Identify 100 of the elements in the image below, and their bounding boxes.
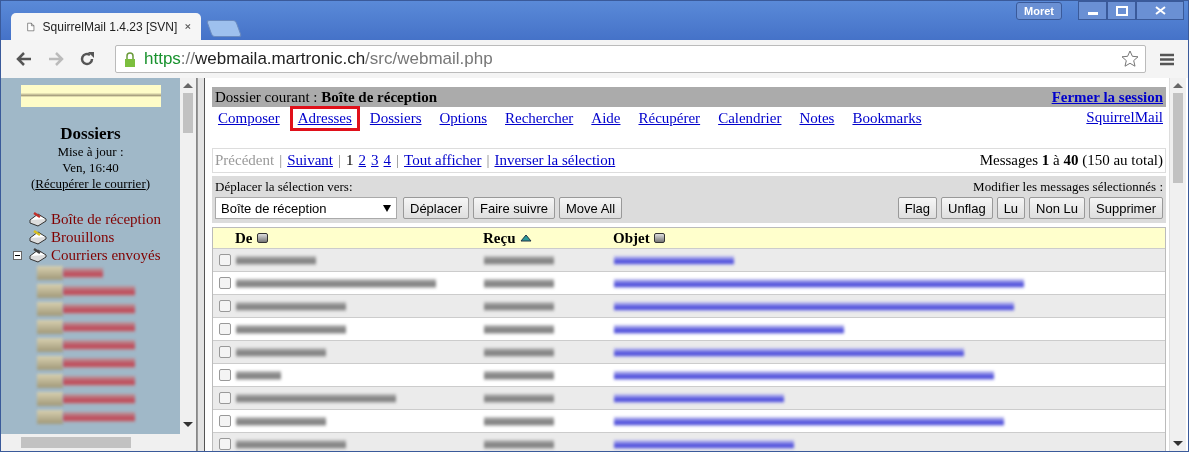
- checkbox[interactable]: [219, 254, 231, 266]
- action-button[interactable]: Unflag: [941, 197, 993, 219]
- scrollbar[interactable]: [1169, 78, 1186, 451]
- close-icon[interactable]: [185, 22, 191, 31]
- page-link[interactable]: 2: [358, 152, 366, 169]
- move-label: Déplacer la sélection vers:: [215, 179, 353, 195]
- folders-heading: Dossiers: [60, 124, 121, 144]
- modify-label: Modifier les messages sélectionnés :: [973, 179, 1163, 195]
- nav-link[interactable]: Rechercher: [497, 106, 582, 131]
- lock-icon: [124, 51, 136, 67]
- redacted-folder[interactable]: [37, 336, 135, 354]
- nav-link[interactable]: Options: [431, 106, 495, 131]
- address-bar[interactable]: https://webmaila.martronic.ch/src/webmail.php: [115, 45, 1146, 73]
- separator: |: [486, 152, 490, 169]
- checkbox[interactable]: [219, 323, 231, 335]
- update-label: Mise à jour :: [57, 144, 124, 160]
- current-page: 1: [346, 152, 354, 169]
- show-all-link[interactable]: Tout afficher: [404, 152, 482, 169]
- action-button[interactable]: Flag: [897, 197, 938, 219]
- star-icon[interactable]: [1121, 50, 1139, 68]
- refresh-link[interactable]: Récupérer le courrier: [35, 176, 146, 191]
- action-button[interactable]: Non Lu: [1029, 197, 1086, 219]
- redacted-text: [484, 370, 554, 380]
- logout-link[interactable]: Fermer la session: [1051, 88, 1163, 106]
- scrollbar[interactable]: [1, 434, 180, 451]
- close-button[interactable]: [1136, 1, 1184, 20]
- current-folder: Dossier courant : Boîte de réception: [215, 88, 438, 106]
- redacted-folder[interactable]: [37, 390, 135, 408]
- column-header[interactable]: De: [235, 229, 253, 247]
- checkbox[interactable]: [219, 392, 231, 404]
- folder-select[interactable]: Boîte de réception: [215, 197, 397, 219]
- redacted-folder[interactable]: [37, 408, 135, 426]
- nav-link[interactable]: Bookmarks: [844, 106, 930, 131]
- separator: |: [279, 152, 283, 169]
- redacted-folder[interactable]: [37, 300, 135, 318]
- url-text: https://webmaila.martronic.ch/src/webmail.php: [144, 49, 493, 69]
- folder-link[interactable]: Courriers envoyés: [51, 246, 161, 264]
- checkbox[interactable]: [219, 369, 231, 381]
- scrollbar[interactable]: [180, 78, 196, 451]
- refresh-note: (Récupérer le courrier): [30, 176, 151, 192]
- redacted-text: [484, 416, 554, 426]
- checkbox[interactable]: [219, 415, 231, 427]
- sort-icon[interactable]: [256, 233, 268, 243]
- action-button[interactable]: Déplacer: [403, 197, 470, 219]
- minimize-button[interactable]: [1078, 1, 1107, 20]
- caret-icon: [383, 204, 391, 212]
- checkbox[interactable]: [219, 438, 231, 450]
- folder-icon: [28, 247, 48, 263]
- separator: |: [338, 152, 341, 169]
- redacted-folder[interactable]: [37, 264, 103, 282]
- reload-icon[interactable]: [79, 51, 95, 67]
- redacted-text: [484, 347, 554, 357]
- redacted-folder[interactable]: [37, 372, 135, 390]
- nav-link[interactable]: Composer: [215, 106, 288, 131]
- tab-title: SquirrelMail 1.4.23 [SVN]: [42, 19, 178, 34]
- maximize-button[interactable]: [1107, 1, 1136, 20]
- nav-link[interactable]: Aide: [583, 106, 629, 131]
- squirrelmail-link[interactable]: SquirrelMail: [1086, 109, 1163, 126]
- folder-link[interactable]: Boîte de réception: [51, 210, 161, 228]
- folder-icon: [28, 211, 48, 227]
- update-time: Ven, 16:40: [62, 160, 119, 176]
- redacted-folder[interactable]: [37, 282, 135, 300]
- checkbox[interactable]: [219, 277, 231, 289]
- menu-icon[interactable]: [1160, 52, 1174, 66]
- collapse-icon[interactable]: [13, 250, 22, 260]
- redacted-text: [484, 255, 554, 265]
- checkbox[interactable]: [219, 346, 231, 358]
- sort-icon[interactable]: [653, 233, 665, 243]
- column-header[interactable]: Objet: [613, 229, 650, 247]
- redacted-text: [484, 393, 554, 403]
- column-header[interactable]: Reçu: [483, 229, 516, 247]
- redacted-text: [484, 278, 554, 288]
- nav-link[interactable]: Adresses: [289, 106, 360, 131]
- page-link[interactable]: 3: [371, 152, 379, 169]
- redacted-text: [484, 439, 554, 449]
- forward-icon[interactable]: [47, 51, 65, 67]
- back-icon[interactable]: [15, 51, 33, 67]
- next-link[interactable]: Suivant: [287, 152, 333, 169]
- nav-link[interactable]: Dossiers: [361, 106, 430, 131]
- folder-link[interactable]: Brouillons: [51, 228, 115, 246]
- invert-selection-link[interactable]: Inverser la sélection: [494, 152, 616, 169]
- redacted-text: [484, 301, 554, 311]
- action-button[interactable]: Faire suivre: [473, 197, 555, 219]
- page-link[interactable]: 4: [383, 152, 391, 169]
- action-button[interactable]: Lu: [996, 197, 1026, 219]
- folder-icon: [28, 229, 48, 245]
- nav-link[interactable]: Notes: [791, 106, 843, 131]
- separator: |: [396, 152, 400, 169]
- browser-tab[interactable]: SquirrelMail 1.4.23 [SVN]: [11, 13, 201, 40]
- sort-ascending-icon[interactable]: [519, 234, 532, 242]
- action-button[interactable]: Supprimer: [1089, 197, 1163, 219]
- redacted-text: [484, 324, 554, 334]
- checkbox[interactable]: [219, 300, 231, 312]
- redacted-folder[interactable]: [37, 318, 135, 336]
- redacted-folder[interactable]: [37, 354, 135, 372]
- action-button[interactable]: Move All: [558, 197, 623, 219]
- splitter[interactable]: [197, 78, 205, 451]
- nav-link[interactable]: Récupérer: [630, 106, 709, 131]
- message-count: Messages 1 à 40 (150 au total): [979, 152, 1163, 169]
- nav-link[interactable]: Calendrier: [710, 106, 790, 131]
